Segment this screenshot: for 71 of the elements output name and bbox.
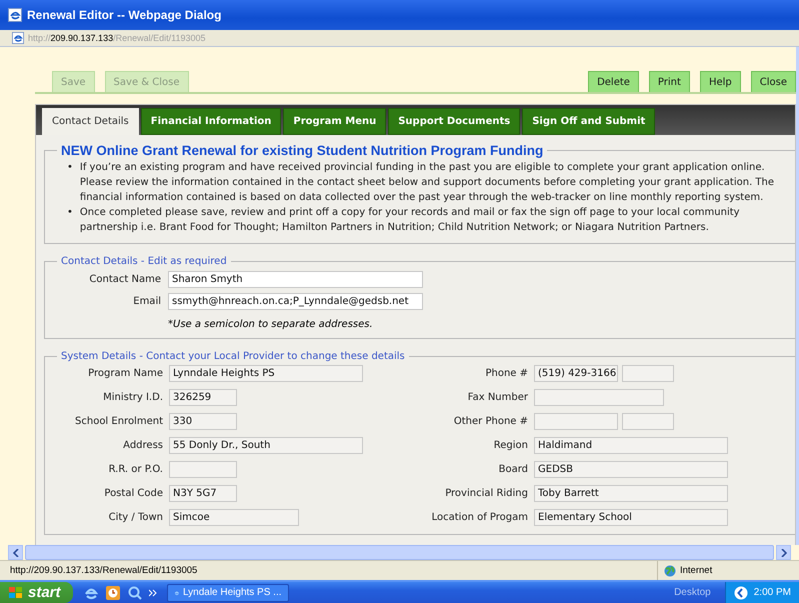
readonly-field[interactable] (169, 460, 237, 478)
browser-icon (8, 8, 22, 22)
chevron-icon[interactable] (148, 588, 157, 596)
field-label: Region (492, 440, 528, 450)
hint-text: *Use a semicolon to separate addresses. (168, 318, 374, 330)
readonly-field[interactable]: (519) 429-3166 (534, 364, 618, 382)
field-label: Other Phone # (452, 416, 528, 426)
vertical-scrollbar[interactable] (796, 47, 799, 545)
tab[interactable]: Program Menu (283, 108, 386, 135)
field-label: Board (498, 464, 528, 474)
field-label: Program Name (87, 368, 163, 378)
field-label: Location of Progam (430, 512, 528, 522)
readonly-field[interactable]: 326259 (169, 388, 237, 406)
field-label: Postal Code (103, 488, 163, 498)
tab[interactable]: Support Documents (388, 108, 520, 135)
chevron-right-icon (780, 548, 786, 556)
readonly-field[interactable]: Toby Barrett (534, 484, 728, 502)
bullet-text: If you’re an existing program and have received provincial funding in the past you are eligible to complete your grant application online. Please review the information contained in the contact sheet below and support documents before completing your grant application. The financial information contained is based on data collected over the past year through the web-tracker on line monthly reporting system. (80, 161, 776, 205)
taskbar-button[interactable]: Lyndale Heights PS ... (166, 584, 289, 602)
section-legend: Contact Details - Edit as required (57, 256, 231, 267)
field-label: City / Town (108, 512, 163, 522)
start-button[interactable]: start (0, 582, 73, 603)
readonly-field[interactable]: 55 Donly Dr., South (169, 436, 363, 454)
toolbar-button[interactable]: Help (700, 71, 741, 92)
bullet-text: Once completed please save, review and print off a copy for your records and mail or fax the sign off page to your local community partnership i.e. Brant Food for Thought; Hamilton Partners in Nutrition; Child Nutrition Network; or Niagara Nutrition Partners. (80, 206, 741, 235)
search-icon[interactable] (126, 584, 143, 600)
tab[interactable]: Contact Details (42, 108, 139, 135)
toolbar-button[interactable]: Close (750, 71, 796, 92)
field-label: Address (122, 440, 163, 450)
readonly-field[interactable]: GEDSB (534, 460, 728, 478)
readonly-field[interactable]: Elementary School (534, 508, 728, 526)
toolbar-button[interactable]: Delete (588, 71, 639, 92)
readonly-field[interactable] (534, 412, 618, 430)
extension-field[interactable] (622, 412, 674, 430)
field-label: Email (132, 296, 161, 307)
field-label: R.R. or P.O. (108, 464, 163, 474)
tab[interactable]: Financial Information (140, 108, 282, 135)
page-url: http://209.90.137.133/Renewal/Edit/1193005 (28, 33, 206, 43)
window-title: Renewal Editor -- Webpage Dialog (27, 8, 222, 22)
status-url: http://209.90.137.133/Renewal/Edit/1193005 (10, 565, 198, 576)
readonly-field[interactable]: Simcoe (169, 508, 299, 526)
globe-icon (664, 564, 676, 576)
field-label: Contact Name (88, 274, 161, 285)
readonly-field[interactable]: 330 (169, 412, 237, 430)
toolbar-button[interactable]: Print (648, 71, 690, 92)
field-label: Provincial Riding (444, 488, 528, 498)
desktop-toolbar-label: Desktop (674, 587, 712, 598)
extension-field[interactable] (622, 364, 674, 382)
field-label: Fax Number (466, 392, 528, 402)
readonly-field[interactable]: N3Y 5G7 (169, 484, 237, 502)
clock-icon[interactable] (104, 584, 121, 600)
windows-flag-icon (8, 586, 24, 600)
section-heading: NEW Online Grant Renewal for existing Student Nutrition Program Funding (60, 143, 544, 158)
readonly-field[interactable] (534, 388, 664, 406)
scroll-right-button[interactable] (776, 545, 791, 560)
field-label: Ministry I.D. (102, 392, 163, 402)
bullet-mark: • (67, 206, 73, 220)
page-icon (12, 32, 24, 44)
field-label: Phone # (484, 368, 528, 378)
scroll-left-button[interactable] (8, 545, 23, 560)
tab[interactable]: Sign Off and Submit (522, 108, 656, 135)
security-zone: Internet (680, 565, 712, 576)
bullet-mark: • (67, 161, 73, 175)
readonly-field[interactable]: Lynndale Heights PS (169, 364, 363, 382)
input-field[interactable]: Sharon Smyth (168, 271, 423, 288)
chevron-left-icon (12, 548, 18, 556)
clock: 2:00 PM (754, 587, 791, 598)
input-field[interactable]: ssmyth@hnreach.on.ca;P_Lynndale@gedsb.net (168, 293, 423, 310)
readonly-field[interactable]: Haldimand (534, 436, 728, 454)
field-label: School Enrolment (74, 416, 163, 426)
section-legend: System Details - Contact your Local Provider to change these details (57, 351, 409, 362)
